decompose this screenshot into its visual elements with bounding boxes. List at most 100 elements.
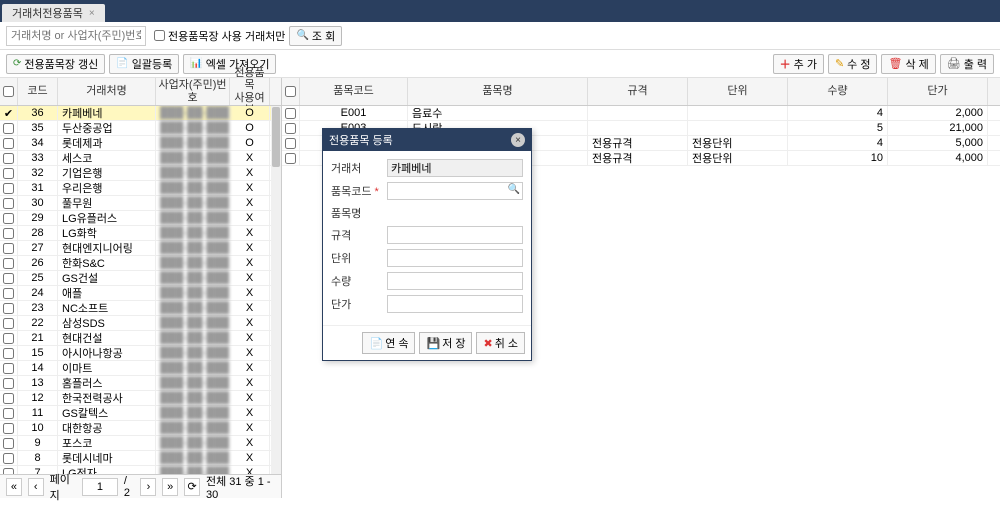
- dlg-cancel-button[interactable]: ✖취 소: [476, 332, 525, 354]
- row-checkbox[interactable]: [3, 228, 14, 239]
- row-checkbox[interactable]: [3, 243, 14, 254]
- dlg-code-field[interactable]: [387, 182, 523, 200]
- table-row[interactable]: 11GS칼텍스███-██-█████X: [0, 406, 281, 421]
- row-checkbox[interactable]: [3, 123, 14, 134]
- pager-refresh[interactable]: ⟳: [184, 478, 200, 496]
- trash-icon: 🗑: [888, 57, 902, 70]
- pager-next[interactable]: ›: [140, 478, 156, 496]
- row-checkbox[interactable]: [3, 423, 14, 434]
- col-code[interactable]: 코드: [18, 78, 58, 105]
- row-checkbox[interactable]: [3, 348, 14, 359]
- row-checkbox[interactable]: [285, 123, 296, 134]
- table-row[interactable]: 9포스코███-██-█████X: [0, 436, 281, 451]
- col-use[interactable]: 전용품목 사용여부: [230, 78, 270, 105]
- search-input[interactable]: [6, 26, 146, 46]
- row-checkbox[interactable]: [3, 183, 14, 194]
- table-row[interactable]: 27현대엔지니어링███-██-█████X: [0, 241, 281, 256]
- add-button[interactable]: ＋ 추 가: [773, 54, 824, 74]
- table-row[interactable]: 8롯데시네마███-██-█████X: [0, 451, 281, 466]
- row-checkbox[interactable]: [285, 108, 296, 119]
- col-qty[interactable]: 수량: [788, 78, 888, 105]
- lookup-icon[interactable]: 🔍: [508, 184, 520, 195]
- row-checkbox[interactable]: [3, 318, 14, 329]
- tab-active[interactable]: 거래처전용품목 ×: [2, 4, 105, 22]
- print-button[interactable]: 🖨 출 력: [940, 54, 994, 74]
- row-checkbox[interactable]: [3, 273, 14, 284]
- table-row[interactable]: 32기업은행███-██-█████X: [0, 166, 281, 181]
- pager-last[interactable]: »: [162, 478, 178, 496]
- dlg-unit-field[interactable]: [387, 249, 523, 267]
- delete-button[interactable]: 🗑 삭 제: [881, 54, 935, 74]
- col-price[interactable]: 단가: [888, 78, 988, 105]
- close-icon[interactable]: ×: [89, 8, 95, 19]
- table-row[interactable]: 26한화S&C███-██-█████X: [0, 256, 281, 271]
- row-checkbox[interactable]: [3, 453, 14, 464]
- row-checkbox[interactable]: [3, 138, 14, 149]
- col-regno[interactable]: 사업자(주민)번호: [156, 78, 230, 105]
- col-unit[interactable]: 단위: [688, 78, 788, 105]
- tab-label: 거래처전용품목: [12, 5, 83, 21]
- col-partner-name[interactable]: 거래처명: [58, 78, 156, 105]
- search-button[interactable]: 🔍 조 회: [289, 26, 342, 46]
- dlg-price-field[interactable]: [387, 295, 523, 313]
- scrollbar-thumb[interactable]: [272, 107, 280, 167]
- table-row[interactable]: 23NC소프트███-██-█████X: [0, 301, 281, 316]
- row-checkbox[interactable]: [3, 288, 14, 299]
- table-row[interactable]: 15아시아나항공███-██-█████X: [0, 346, 281, 361]
- table-row[interactable]: 14이마트███-██-█████X: [0, 361, 281, 376]
- scrollbar[interactable]: [271, 106, 281, 474]
- table-row[interactable]: 35두산중공업███-██-█████O: [0, 121, 281, 136]
- batch-button[interactable]: 📄 일괄등록: [109, 54, 179, 74]
- row-checkbox[interactable]: [3, 213, 14, 224]
- table-row[interactable]: E001음료수42,000: [282, 106, 1000, 121]
- table-row[interactable]: 7LG전자███-██-█████X: [0, 466, 281, 474]
- items-select-all[interactable]: [285, 86, 296, 97]
- table-row[interactable]: 12한국전력공사███-██-█████X: [0, 391, 281, 406]
- row-checkbox[interactable]: [285, 153, 296, 164]
- table-row[interactable]: 25GS건설███-██-█████X: [0, 271, 281, 286]
- dlg-spec-field[interactable]: [387, 226, 523, 244]
- pager-input[interactable]: [82, 478, 118, 496]
- row-checkbox[interactable]: [3, 438, 14, 449]
- row-checkbox[interactable]: [3, 303, 14, 314]
- table-row[interactable]: 34롯데제과███-██-█████O: [0, 136, 281, 151]
- row-checkbox[interactable]: [3, 393, 14, 404]
- row-checkbox[interactable]: [3, 258, 14, 269]
- col-item-code[interactable]: 품목코드: [300, 78, 408, 105]
- table-row[interactable]: ✔36카페베네███-██-█████O: [0, 106, 281, 121]
- table-row[interactable]: 10대한항공███-██-█████X: [0, 421, 281, 436]
- table-row[interactable]: 30풀무원███-██-█████X: [0, 196, 281, 211]
- table-row[interactable]: 31우리은행███-██-█████X: [0, 181, 281, 196]
- col-item-name[interactable]: 품목명: [408, 78, 588, 105]
- row-checkbox[interactable]: [3, 153, 14, 164]
- table-row[interactable]: 13홈플러스███-██-█████X: [0, 376, 281, 391]
- partner-grid-body[interactable]: ✔36카페베네███-██-█████O35두산중공업███-██-█████O…: [0, 106, 281, 474]
- table-row[interactable]: 28LG화학███-██-█████X: [0, 226, 281, 241]
- row-checkbox[interactable]: [3, 363, 14, 374]
- select-all-checkbox[interactable]: [3, 86, 14, 97]
- dialog-close-icon[interactable]: ×: [511, 133, 525, 147]
- dialog-header[interactable]: 전용품목 등록 ×: [323, 129, 531, 151]
- table-row[interactable]: 24애플███-██-█████X: [0, 286, 281, 301]
- table-row[interactable]: 22삼성SDS███-██-█████X: [0, 316, 281, 331]
- edit-button[interactable]: ✎ 수 정: [828, 54, 878, 74]
- row-checkbox[interactable]: [3, 378, 14, 389]
- row-checkbox[interactable]: [3, 168, 14, 179]
- row-checkbox[interactable]: [3, 408, 14, 419]
- filter-checkbox[interactable]: [154, 30, 165, 41]
- table-row[interactable]: 29LG유플러스███-██-█████X: [0, 211, 281, 226]
- dlg-continue-button[interactable]: 📄연 속: [362, 332, 415, 354]
- refresh-button[interactable]: ⟳ 전용품목장 갱신: [6, 54, 105, 74]
- pager-prev[interactable]: ‹: [28, 478, 44, 496]
- row-checkbox[interactable]: [285, 138, 296, 149]
- dlg-save-button[interactable]: 💾저 장: [419, 332, 472, 354]
- pager-first[interactable]: «: [6, 478, 22, 496]
- dlg-qty-field[interactable]: [387, 272, 523, 290]
- col-spec[interactable]: 규격: [588, 78, 688, 105]
- row-checkbox[interactable]: [3, 333, 14, 344]
- filter-checkbox-label[interactable]: 전용품목장 사용 거래처만: [154, 28, 285, 44]
- row-checkbox[interactable]: [3, 198, 14, 209]
- table-row[interactable]: 33세스코███-██-█████X: [0, 151, 281, 166]
- table-row[interactable]: 21현대건설███-██-█████X: [0, 331, 281, 346]
- row-checkbox[interactable]: [3, 468, 14, 475]
